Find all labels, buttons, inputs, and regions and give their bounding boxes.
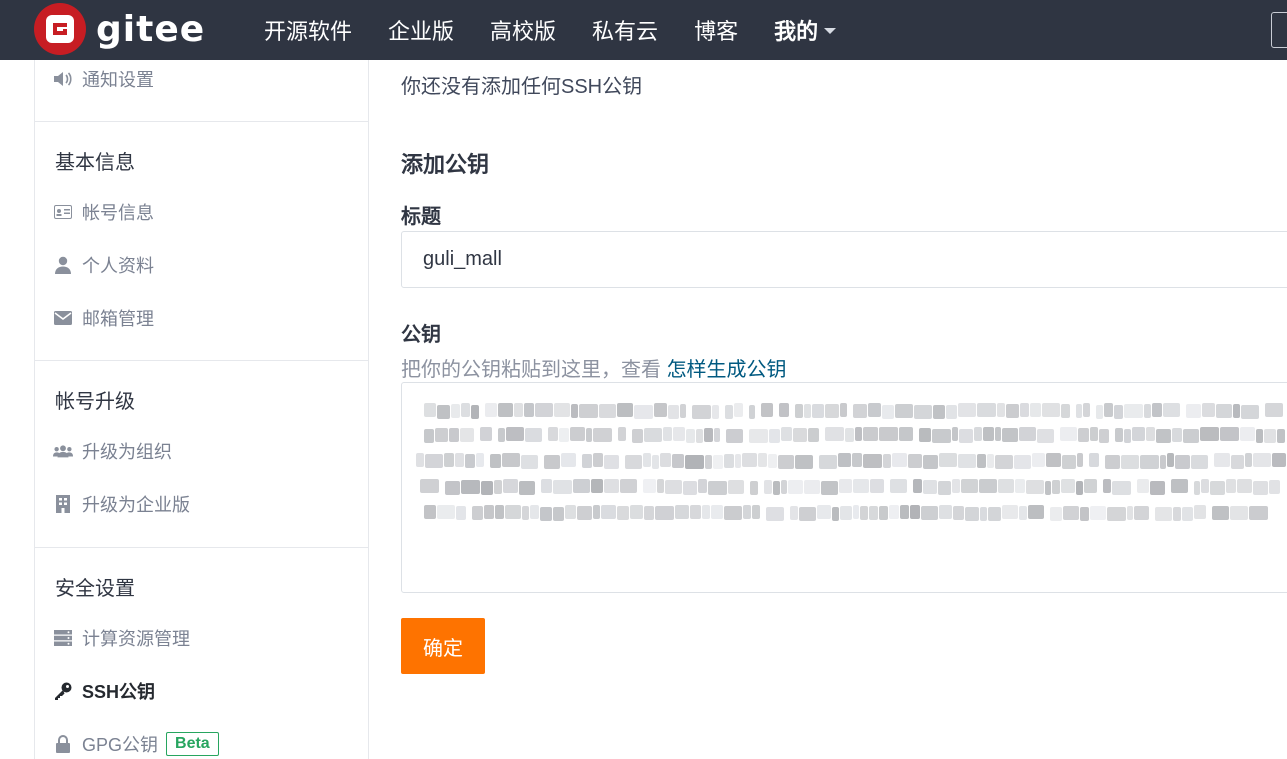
sidebar-item-gpg-keys[interactable]: GPG公钥 Beta bbox=[53, 731, 219, 757]
settings-sidebar: 通知设置 基本信息 帐号信息 个人资料 邮箱管理 帐号升级 升级为组织 升级为企… bbox=[34, 60, 369, 759]
sidebar-divider bbox=[35, 121, 368, 122]
sidebar-item-label: 个人资料 bbox=[82, 256, 154, 276]
lock-icon bbox=[53, 734, 73, 754]
title-label: 标题 bbox=[401, 206, 441, 228]
section-title-security: 安全设置 bbox=[55, 578, 135, 600]
section-title-upgrade: 帐号升级 bbox=[55, 391, 135, 413]
caret-down-icon bbox=[824, 28, 837, 34]
public-key-textarea[interactable] bbox=[401, 382, 1287, 593]
sidebar-item-compute[interactable]: 计算资源管理 bbox=[53, 625, 190, 651]
nav-mine-label: 我的 bbox=[774, 19, 819, 44]
nav-education[interactable]: 高校版 bbox=[472, 14, 574, 46]
sidebar-item-label: SSH公钥 bbox=[82, 682, 156, 702]
sidebar-divider bbox=[35, 547, 368, 548]
key-title-input[interactable]: guli_mall bbox=[401, 231, 1287, 288]
how-to-generate-key-link[interactable]: 怎样生成公钥 bbox=[667, 359, 787, 381]
public-key-label: 公钥 bbox=[401, 324, 441, 346]
sidebar-item-label: 升级为组织 bbox=[82, 442, 172, 462]
nav-private-cloud[interactable]: 私有云 bbox=[574, 14, 676, 46]
add-key-heading: 添加公钥 bbox=[401, 152, 490, 177]
nav-mine-dropdown[interactable]: 我的 bbox=[756, 14, 854, 46]
sidebar-item-email[interactable]: 邮箱管理 bbox=[53, 305, 154, 331]
sidebar-item-notify[interactable]: 通知设置 bbox=[53, 66, 154, 92]
envelope-icon bbox=[53, 308, 73, 328]
sidebar-item-profile[interactable]: 个人资料 bbox=[53, 252, 154, 278]
public-key-hint-text: 把你的公钥粘贴到这里，查看 bbox=[401, 359, 661, 381]
beta-badge: Beta bbox=[166, 732, 219, 756]
sidebar-item-label: GPG公钥 bbox=[82, 735, 159, 755]
sidebar-item-label: 帐号信息 bbox=[82, 203, 154, 223]
sidebar-divider bbox=[35, 360, 368, 361]
sidebar-item-upgrade-org[interactable]: 升级为组织 bbox=[53, 438, 172, 464]
main-nav: 开源软件 企业版 高校版 私有云 博客 我的 bbox=[246, 0, 854, 60]
submit-button[interactable]: 确定 bbox=[401, 618, 485, 674]
gitee-logo-mark bbox=[34, 3, 86, 55]
sidebar-item-label: 通知设置 bbox=[82, 70, 154, 90]
server-icon bbox=[53, 628, 73, 648]
building-icon bbox=[53, 494, 73, 514]
top-navbar: gitee 开源软件 企业版 高校版 私有云 博客 我的 bbox=[0, 0, 1287, 60]
no-keys-message: 你还没有添加任何SSH公钥 bbox=[401, 76, 643, 98]
id-card-icon bbox=[53, 202, 73, 222]
search-box[interactable] bbox=[1271, 12, 1287, 48]
gitee-logo[interactable]: gitee bbox=[34, 3, 206, 55]
public-key-hint: 把你的公钥粘贴到这里，查看 怎样生成公钥 bbox=[401, 353, 787, 382]
brand-name: gitee bbox=[96, 8, 206, 50]
key-icon bbox=[53, 681, 73, 701]
users-icon bbox=[53, 441, 73, 461]
nav-open-source[interactable]: 开源软件 bbox=[246, 14, 370, 46]
volume-icon bbox=[53, 69, 73, 89]
sidebar-item-label: 邮箱管理 bbox=[82, 309, 154, 329]
sidebar-item-ssh-keys[interactable]: SSH公钥 bbox=[53, 678, 155, 704]
section-title-basic: 基本信息 bbox=[55, 152, 135, 174]
ssh-keys-panel: 你还没有添加任何SSH公钥 添加公钥 标题 guli_mall 公钥 把你的公钥… bbox=[401, 60, 1287, 759]
sidebar-item-account[interactable]: 帐号信息 bbox=[53, 199, 154, 225]
sidebar-item-upgrade-enterprise[interactable]: 升级为企业版 bbox=[53, 491, 190, 517]
user-icon bbox=[53, 255, 73, 275]
nav-blog[interactable]: 博客 bbox=[676, 14, 756, 46]
sidebar-item-label: 计算资源管理 bbox=[82, 629, 190, 649]
sidebar-item-label: 升级为企业版 bbox=[82, 495, 190, 515]
nav-enterprise[interactable]: 企业版 bbox=[370, 14, 472, 46]
